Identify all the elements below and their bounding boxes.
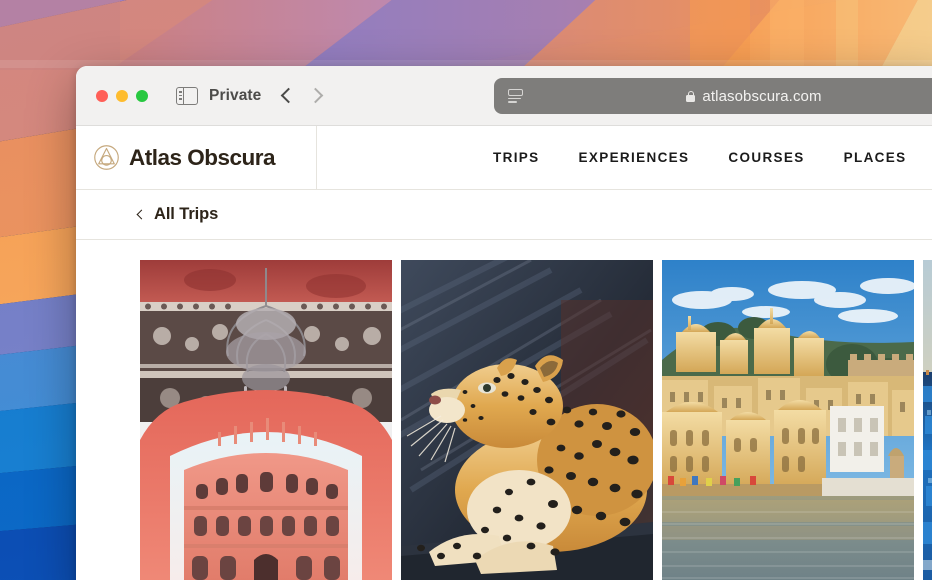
reader-view-icon[interactable] xyxy=(508,88,524,104)
card-blue-city-image xyxy=(923,260,932,580)
safari-window: Private atlasobscura.com Atlas Obscura T… xyxy=(76,66,932,580)
breadcrumb-all-trips-link[interactable]: All Trips xyxy=(154,205,218,224)
card-lake-city[interactable] xyxy=(662,260,914,580)
sidebar-icon[interactable] xyxy=(176,86,198,105)
sidebar-icon-pane xyxy=(177,87,184,104)
site-header: Atlas Obscura TRIPS EXPERIENCES COURSES … xyxy=(76,126,932,190)
atlas-obscura-logo-icon xyxy=(94,145,119,170)
address-bar-content: atlasobscura.com xyxy=(494,78,932,114)
card-lake-city-image xyxy=(662,260,914,580)
navigation-arrows xyxy=(281,87,324,104)
trip-card-rail[interactable] xyxy=(76,240,932,580)
card-pink-palace[interactable] xyxy=(140,260,392,580)
url-text: atlasobscura.com xyxy=(702,87,822,105)
card-leopard-image xyxy=(401,260,653,580)
browser-toolbar: Private atlasobscura.com xyxy=(76,66,932,126)
nav-item-courses[interactable]: COURSES xyxy=(728,150,804,165)
address-bar[interactable]: atlasobscura.com xyxy=(494,78,932,114)
lock-icon xyxy=(686,90,696,102)
chevron-left-icon[interactable] xyxy=(136,209,147,220)
card-blue-city[interactable] xyxy=(923,260,932,580)
private-mode-label: Private xyxy=(209,86,262,104)
zoom-button[interactable] xyxy=(136,89,148,102)
brand-name: Atlas Obscura xyxy=(129,144,276,170)
nav-item-places[interactable]: PLACES xyxy=(844,150,907,165)
brand-logo-link[interactable]: Atlas Obscura xyxy=(76,126,317,189)
minimize-button[interactable] xyxy=(116,89,128,102)
breadcrumb: All Trips xyxy=(76,190,932,240)
card-pink-palace-image xyxy=(140,260,392,580)
back-button[interactable] xyxy=(281,87,297,104)
window-controls xyxy=(96,89,148,102)
nav-item-experiences[interactable]: EXPERIENCES xyxy=(579,150,690,165)
nav-item-trips[interactable]: TRIPS xyxy=(493,150,540,165)
main-navigation: TRIPS EXPERIENCES COURSES PLACES xyxy=(317,126,932,189)
close-button[interactable] xyxy=(96,89,108,102)
forward-button xyxy=(308,87,324,104)
card-leopard[interactable] xyxy=(401,260,653,580)
